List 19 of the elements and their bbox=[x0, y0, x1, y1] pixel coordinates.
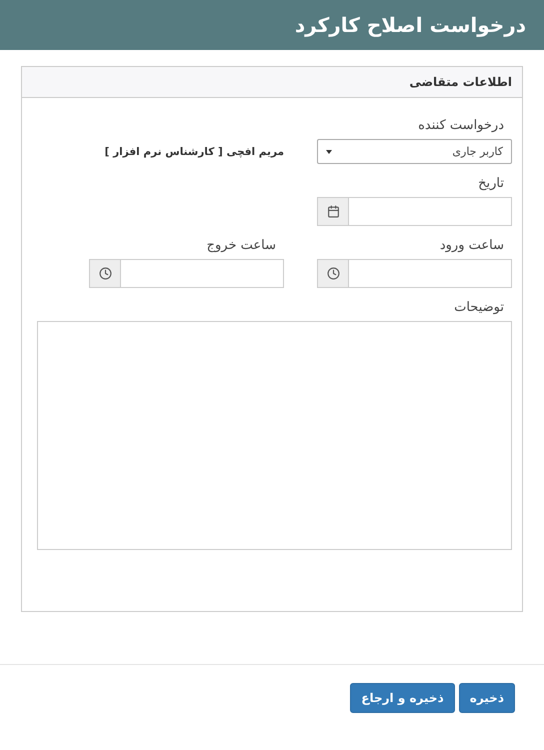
save-button[interactable]: ذخیره و ارجاع bbox=[350, 683, 455, 713]
caret-icon bbox=[326, 150, 332, 154]
clock-icon bbox=[98, 267, 112, 280]
time-field[interactable] bbox=[89, 259, 284, 288]
field-label: تاریخ bbox=[477, 176, 505, 191]
field-label: توضیحات bbox=[453, 300, 505, 315]
field-label: درخواست کننده bbox=[417, 118, 505, 133]
requester-name: مریم افچی [ کارشناس نرم افزار ] bbox=[104, 146, 284, 160]
calendar-icon bbox=[326, 205, 340, 218]
save-button[interactable]: ذخیره bbox=[458, 683, 515, 713]
window-title: درخواست اصلاح کارکرد bbox=[294, 13, 526, 37]
time-field[interactable] bbox=[317, 259, 512, 288]
panel-title: اطلاعات متقاضی bbox=[409, 75, 512, 89]
clock-icon bbox=[326, 267, 340, 280]
date-field[interactable] bbox=[317, 197, 512, 226]
requester-select[interactable]: کاربر جاری bbox=[317, 139, 512, 164]
field-label: ساعت ورود bbox=[438, 238, 505, 253]
description-field[interactable] bbox=[37, 321, 512, 550]
field-label: ساعت خروج bbox=[206, 238, 277, 253]
